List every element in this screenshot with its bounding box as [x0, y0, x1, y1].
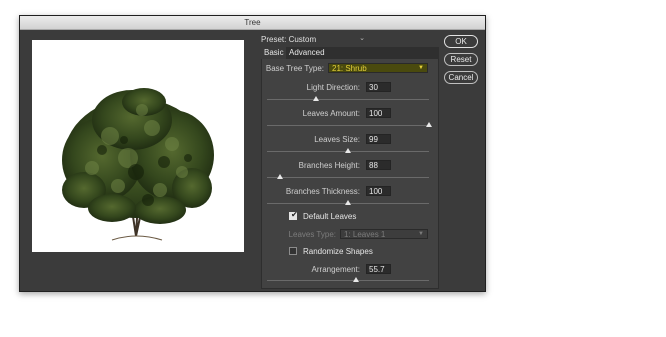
branches-thickness-label: Branches Thickness:	[285, 187, 360, 196]
leaves-amount-slider-track[interactable]	[267, 125, 429, 126]
default-leaves-label: Default Leaves	[303, 212, 357, 221]
tree-dialog: Tree Preset: Custom ⌄ Basic Advanced Bas…	[19, 15, 486, 292]
leaves-amount-input[interactable]: 100	[366, 108, 391, 118]
default-leaves-checkbox[interactable]: ✔	[289, 210, 298, 220]
tree-preview	[32, 40, 244, 252]
leaves-type-value: 1: Leaves 1	[344, 230, 386, 239]
leaves-size-slider-handle[interactable]	[345, 148, 351, 153]
branches-thickness-input[interactable]: 100	[366, 186, 391, 196]
chevron-down-icon: ▼	[418, 65, 424, 71]
leaves-amount-label: Leaves Amount:	[302, 109, 360, 118]
light-direction-input[interactable]: 30	[366, 82, 391, 92]
branches-height-slider-track[interactable]	[267, 177, 429, 178]
base-tree-type-select[interactable]: 21: Shrub ▼	[328, 63, 428, 73]
randomize-shapes-checkbox[interactable]	[289, 247, 297, 255]
light-direction-slider-track[interactable]	[267, 99, 429, 100]
preset-label: Preset: Custom	[261, 35, 317, 44]
light-direction-slider-handle[interactable]	[312, 96, 319, 101]
branches-thickness-slider-handle[interactable]	[345, 200, 351, 205]
base-tree-type-value: 21: Shrub	[332, 64, 367, 73]
cancel-button[interactable]: Cancel	[444, 71, 478, 84]
light-direction-label: Light Direction:	[306, 83, 360, 92]
leaves-type-label: Leaves Type:	[288, 230, 336, 239]
tree-preview-image	[62, 88, 214, 241]
chevron-down-icon: ⌄	[359, 35, 365, 42]
leaves-type-select[interactable]: 1: Leaves 1 ▼	[340, 229, 428, 239]
branches-height-input[interactable]: 88	[366, 160, 391, 170]
base-tree-type-label: Base Tree Type:	[265, 64, 324, 73]
preset-dropdown[interactable]: Preset: Custom ⌄	[261, 35, 365, 45]
tab-advanced[interactable]: Advanced	[286, 47, 439, 59]
arrangement-slider-track[interactable]	[267, 280, 429, 281]
arrangement-slider-handle[interactable]	[353, 277, 360, 282]
leaves-amount-slider-handle[interactable]	[426, 122, 432, 127]
randomize-shapes-label: Randomize Shapes	[303, 247, 373, 256]
chevron-down-icon: ▼	[418, 231, 424, 237]
arrangement-input[interactable]: 55.7	[366, 264, 391, 274]
ok-button[interactable]: OK	[444, 35, 478, 48]
reset-button[interactable]: Reset	[444, 53, 478, 66]
leaves-size-label: Leaves Size:	[314, 135, 360, 144]
leaves-size-input[interactable]: 99	[366, 134, 391, 144]
tab-bar: Basic Advanced	[261, 47, 439, 59]
tab-basic[interactable]: Basic	[261, 47, 287, 59]
branches-height-slider-handle[interactable]	[276, 174, 283, 179]
arrangement-label: Arrangement:	[311, 265, 360, 274]
branches-height-label: Branches Height:	[298, 161, 360, 170]
checkmark-icon: ✔	[291, 210, 298, 219]
window-title: Tree	[20, 16, 485, 30]
advanced-panel: Base Tree Type: 21: Shrub ▼ Light Direct…	[261, 59, 439, 289]
